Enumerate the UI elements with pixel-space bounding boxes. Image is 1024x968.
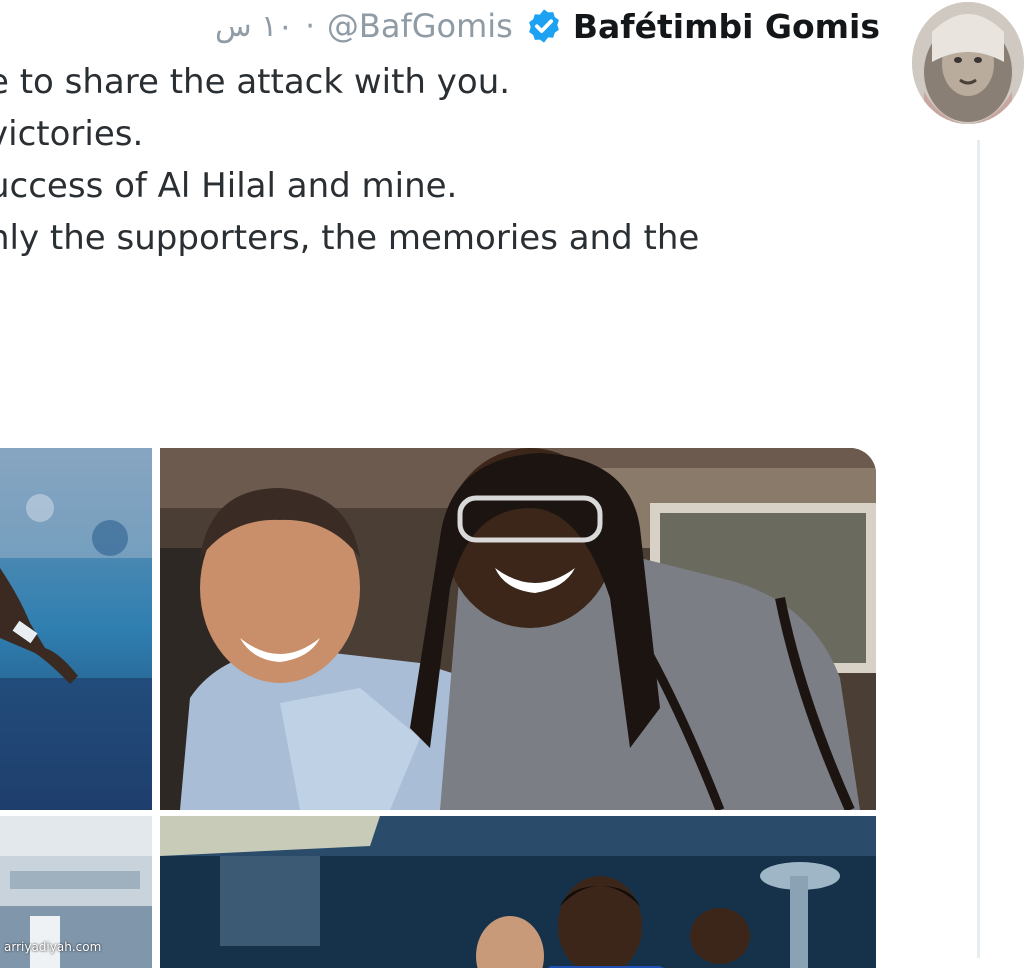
verified-badge-icon <box>528 9 559 43</box>
tweet-text: e to share the attack with you. victorie… <box>0 56 888 264</box>
tweet-line: victories. <box>0 114 144 154</box>
separator-dot: · <box>305 8 315 44</box>
author-avatar[interactable] <box>912 2 1024 124</box>
tweet-time[interactable]: ١٠ س <box>215 9 293 44</box>
tweet-media-grid <box>0 448 876 968</box>
tweet-line: uccess of Al Hilal and mine. <box>0 166 458 206</box>
photo-team-celebrating[interactable] <box>160 816 876 968</box>
photo-two-men-laughing[interactable] <box>160 448 876 810</box>
tweet-line: nly the supporters, the memories and the <box>0 218 700 258</box>
author-name[interactable]: Bafétimbi Gomis <box>573 7 880 46</box>
author-handle[interactable]: @BafGomis <box>327 7 513 45</box>
avatar-image <box>912 2 1024 124</box>
watermark: arriyadiyah.com <box>4 940 102 954</box>
tweet-header: ١٠ س · @BafGomis Bafétimbi Gomis <box>215 0 880 52</box>
tweet-line: e to share the attack with you. <box>0 62 511 102</box>
photo-player-celebrating[interactable] <box>0 448 152 810</box>
timeline-divider <box>977 140 980 958</box>
